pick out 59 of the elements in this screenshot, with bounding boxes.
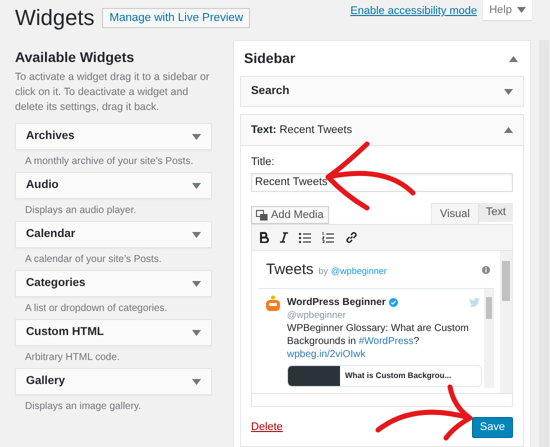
editor-scrollbar[interactable] [500, 251, 512, 393]
caret-up-icon [504, 127, 513, 133]
card-thumbnail [288, 366, 340, 386]
delete-link[interactable]: Delete [251, 419, 283, 436]
widget-description: Displays an audio player. [24, 204, 136, 218]
avatar-icon [266, 294, 280, 312]
section-title: Available Widgets [15, 48, 136, 66]
widget-header[interactable]: Text: Recent Tweets [241, 115, 523, 146]
verified-icon [388, 298, 398, 306]
inner-scrollbar[interactable] [484, 288, 494, 388]
widget-item[interactable]: Gallery [15, 368, 212, 395]
caret-down-icon [192, 232, 201, 238]
widget-item[interactable]: Custom HTML [15, 319, 212, 346]
live-preview-button[interactable]: Manage with Live Preview [102, 8, 250, 28]
editor-tab[interactable]: Visual [431, 203, 479, 224]
tweet-handle: @wpbeginner [287, 310, 346, 322]
widget-item[interactable]: Archives [15, 123, 212, 150]
media-icon [256, 210, 268, 220]
caret-down-icon [504, 88, 513, 94]
bird-icon [469, 298, 480, 306]
caret-up-icon [509, 56, 518, 62]
by-label: by [318, 265, 328, 278]
widget-description: A list or dropdown of categories. [24, 302, 168, 316]
widget-item[interactable]: Calendar [15, 221, 212, 248]
link-icon[interactable] [345, 231, 358, 244]
page-title: Widgets [15, 4, 94, 32]
widget-description: Displays an image gallery. [24, 400, 141, 414]
add-media-button[interactable]: Add Media [251, 206, 329, 224]
timeline-heading: Tweets [266, 260, 314, 280]
widget-description: Arbitrary HTML code. [24, 350, 120, 364]
bullet-list-icon[interactable] [299, 232, 311, 243]
caret-down-icon [192, 330, 201, 336]
caret-down-icon [516, 7, 526, 13]
bold-icon[interactable] [260, 232, 269, 243]
widget-description: A monthly archive of your site’s Posts. [24, 154, 194, 168]
title-field[interactable]: Recent Tweets [251, 172, 513, 192]
info-icon[interactable] [482, 266, 490, 274]
accessibility-link[interactable]: Enable accessibility mode [350, 3, 477, 20]
editor-tab[interactable]: Text [478, 203, 513, 222]
widget-item[interactable]: Audio [15, 172, 212, 199]
help-tab[interactable]: Help [483, 0, 532, 20]
sidebar-title: Sidebar [244, 49, 296, 68]
save-button[interactable]: Save [472, 417, 513, 438]
caret-down-icon [192, 280, 201, 286]
field-label: Title: [251, 155, 274, 169]
caret-down-icon [192, 134, 201, 140]
tweet-link[interactable]: wpbeg.in/2viOIwk [287, 348, 366, 360]
numbered-list-icon[interactable] [322, 232, 334, 243]
caret-down-icon [192, 182, 201, 188]
hashtag-link[interactable]: #WordPress [358, 336, 414, 346]
tweet-text: WPBeginner Glossary: What are Custom Backgrounds in #WordPress? wpbeg.in/2viOIwk [287, 322, 470, 360]
caret-down-icon [192, 378, 201, 384]
sidebar-widget[interactable]: Search [240, 76, 524, 107]
tweet-author: WordPress Beginner [287, 296, 386, 310]
link-card[interactable]: What is Custom Backgrou... [287, 364, 482, 386]
section-description: To activate a widget drag it to a sidebar or click on it. To deactivate a widget and delete its settings, drag it back. [15, 70, 210, 115]
italic-icon[interactable] [280, 232, 288, 243]
widget-item[interactable]: Categories [15, 270, 212, 297]
widget-description: A calendar of your site’s Posts. [24, 252, 162, 266]
